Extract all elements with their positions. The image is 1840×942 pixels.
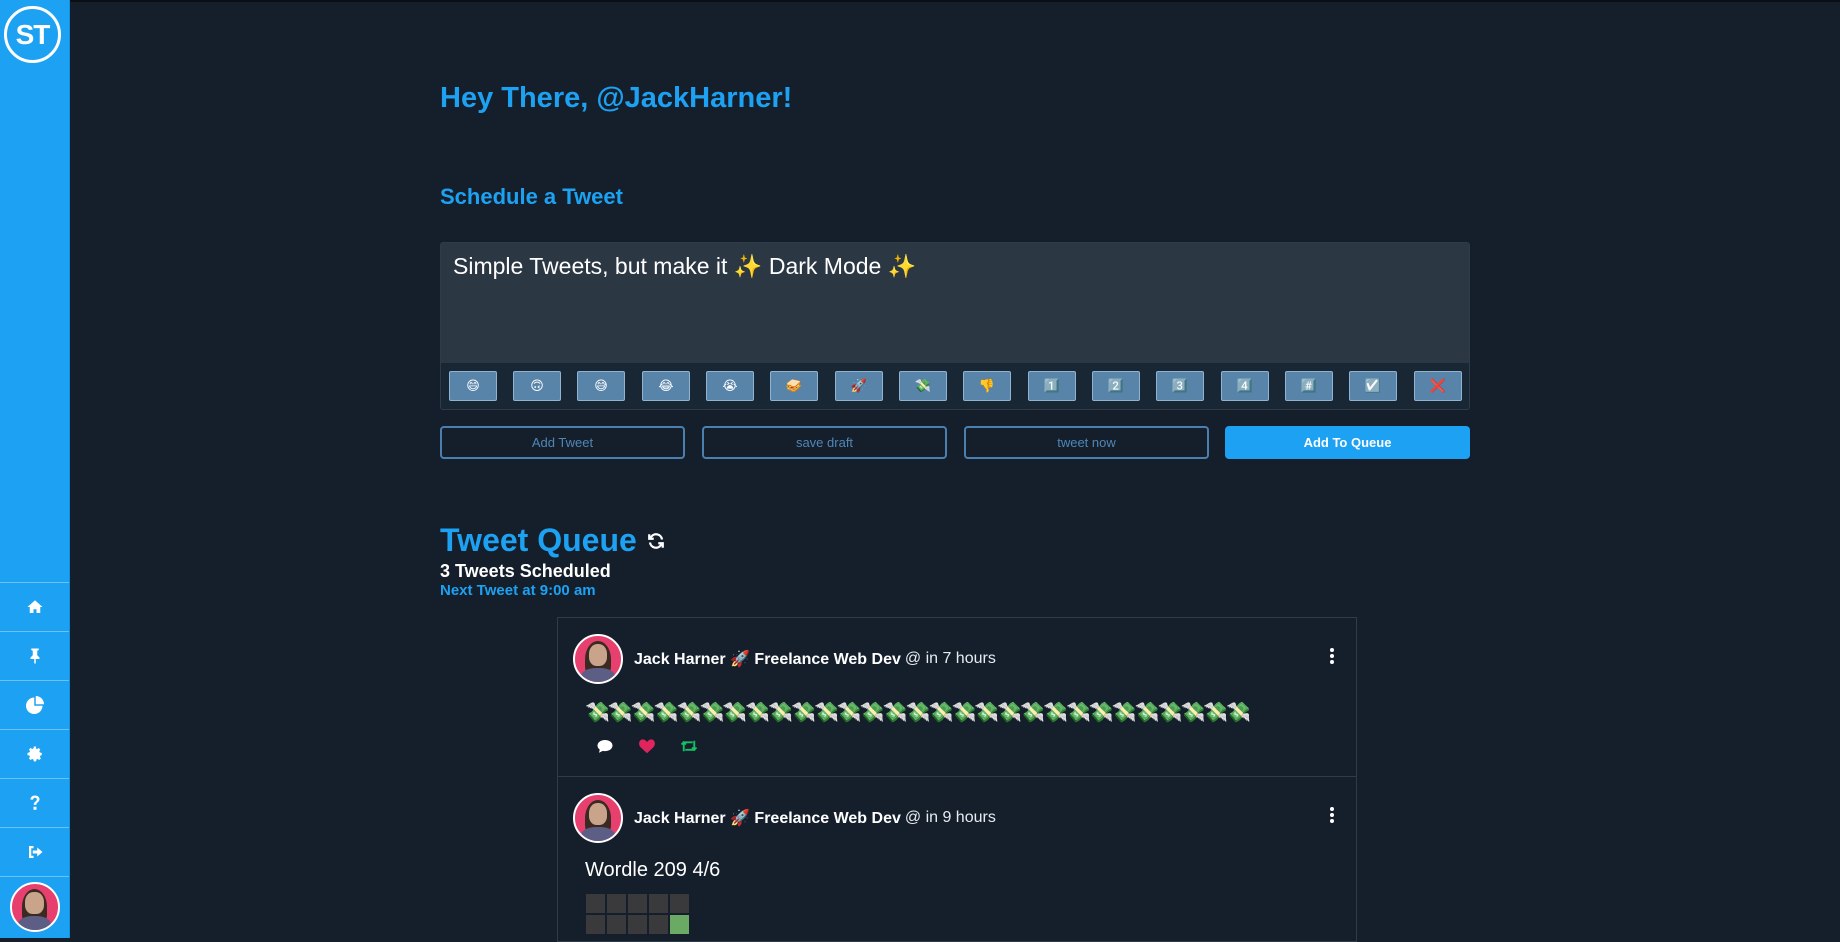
like-icon[interactable]: [638, 738, 656, 754]
queued-tweet: Jack Harner 🚀 Freelance Web Dev @ in 9 h…: [557, 777, 1357, 942]
sidebar-item-pinned[interactable]: [0, 631, 69, 680]
wordle-cell: [649, 894, 668, 913]
top-border: [0, 0, 1840, 2]
sidebar-nav: [0, 582, 69, 937]
next-tweet-time: Next Tweet at 9:00 am: [440, 582, 596, 599]
tweet-time: @ in 9 hours: [904, 809, 996, 826]
sidebar-item-help[interactable]: [0, 778, 69, 827]
home-icon: [27, 600, 42, 613]
sidebar-item-analytics[interactable]: [0, 680, 69, 729]
logout-icon: [28, 846, 42, 858]
sidebar: ST: [0, 0, 70, 938]
tweet-queue-list: Jack Harner 🚀 Freelance Web Dev @ in 7 h…: [557, 617, 1357, 942]
avatar[interactable]: [9, 882, 60, 932]
wordle-cell: [607, 915, 626, 934]
avatar-face: [25, 892, 44, 915]
sidebar-profile[interactable]: [0, 876, 69, 937]
sidebar-item-settings[interactable]: [0, 729, 69, 778]
wordle-cell: [586, 915, 605, 934]
emoji-button-thumbs-down[interactable]: 👎: [963, 371, 1011, 401]
avatar-face: [588, 803, 608, 826]
tweet-author: Jack Harner 🚀 Freelance Web Dev: [634, 810, 901, 827]
tweet-text: 💸💸💸💸💸💸💸💸💸💸💸💸💸💸💸💸💸💸💸💸💸💸💸💸💸💸💸💸💸: [585, 702, 1251, 724]
tweet-text: Wordle 209 4/6: [585, 859, 721, 881]
add-to-queue-button[interactable]: Add To Queue: [1225, 426, 1470, 459]
queued-tweet: Jack Harner 🚀 Freelance Web Dev @ in 7 h…: [557, 617, 1357, 777]
refresh-icon[interactable]: [647, 532, 665, 550]
tweet-menu-icon[interactable]: [1330, 807, 1334, 823]
tweet-composer: Simple Tweets, but make it ✨ Dark Mode ✨…: [440, 242, 1470, 410]
tweet-actions: [596, 738, 698, 754]
emoji-button-upside-down[interactable]: 🙃: [513, 371, 561, 401]
tweet-header: Jack Harner 🚀 Freelance Web Dev @ in 7 h…: [573, 634, 996, 684]
emoji-button-rocket[interactable]: 🚀: [835, 371, 883, 401]
pie-chart-icon: [25, 696, 44, 714]
queue-count: 3 Tweets Scheduled: [440, 561, 611, 581]
wordle-cell: [649, 915, 668, 934]
avatar-shirt: [17, 916, 52, 930]
tweet-menu-icon[interactable]: [1330, 648, 1334, 664]
emoji-button-hash[interactable]: #️⃣: [1285, 371, 1333, 401]
sidebar-item-logout[interactable]: [0, 827, 69, 876]
pin-icon: [30, 648, 39, 664]
reply-icon[interactable]: [596, 738, 614, 754]
tweet-textarea[interactable]: Simple Tweets, but make it ✨ Dark Mode ✨: [441, 243, 1469, 363]
avatar-face: [588, 644, 608, 667]
tweet-header: Jack Harner 🚀 Freelance Web Dev @ in 9 h…: [573, 793, 996, 843]
wordle-cell: [628, 894, 647, 913]
retweet-icon[interactable]: [680, 738, 698, 754]
emoji-button-sweat-smile[interactable]: 😅: [577, 371, 625, 401]
tweet-time: @ in 7 hours: [904, 650, 996, 667]
tweet-now-button[interactable]: tweet now: [964, 426, 1209, 459]
tweet-avatar: [573, 793, 623, 843]
emoji-button-one[interactable]: 1️⃣: [1028, 371, 1076, 401]
wordle-cell: [670, 915, 689, 934]
add-tweet-button[interactable]: Add Tweet: [440, 426, 685, 459]
emoji-button-three[interactable]: 3️⃣: [1156, 371, 1204, 401]
wordle-grid: [586, 894, 689, 936]
tweet-avatar: [573, 634, 623, 684]
section-title-schedule: Schedule a Tweet: [440, 184, 623, 209]
emoji-button-four[interactable]: 4️⃣: [1221, 371, 1269, 401]
emoji-button-check[interactable]: ☑️: [1349, 371, 1397, 401]
emoji-button-two[interactable]: 2️⃣: [1092, 371, 1140, 401]
wordle-row: [586, 894, 689, 913]
wordle-cell: [607, 894, 626, 913]
emoji-button-sandwich[interactable]: 🥪: [770, 371, 818, 401]
emoji-button-sob[interactable]: 😭: [706, 371, 754, 401]
queue-title: Tweet Queue: [440, 522, 665, 559]
avatar-shirt: [581, 668, 615, 682]
emoji-button-money[interactable]: 💸: [899, 371, 947, 401]
wordle-cell: [670, 894, 689, 913]
page-title: Hey There, @JackHarner!: [440, 82, 793, 114]
emoji-button-grin[interactable]: 😄: [449, 371, 497, 401]
wordle-cell: [628, 915, 647, 934]
wordle-row: [586, 915, 689, 934]
avatar-shirt: [581, 827, 615, 841]
wordle-cell: [586, 894, 605, 913]
save-draft-button[interactable]: save draft: [702, 426, 947, 459]
sidebar-item-home[interactable]: [0, 582, 69, 631]
app-logo[interactable]: ST: [4, 6, 61, 63]
emoji-button-joy[interactable]: 😂: [642, 371, 690, 401]
gear-icon: [27, 746, 42, 762]
queue-title-text: Tweet Queue: [440, 522, 637, 558]
tweet-author: Jack Harner 🚀 Freelance Web Dev: [634, 651, 901, 668]
question-icon: [30, 795, 39, 810]
emoji-button-cross[interactable]: ❌: [1414, 371, 1462, 401]
